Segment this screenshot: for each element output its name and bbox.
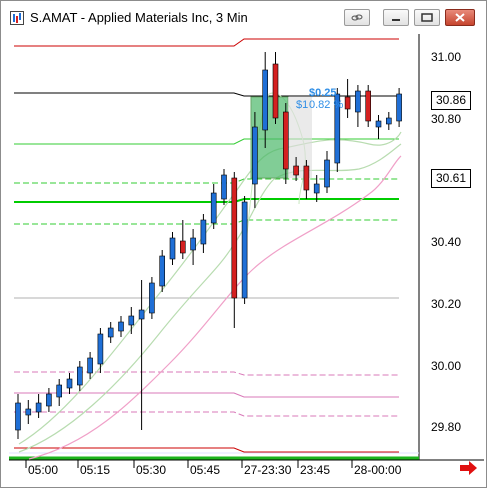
- close-button[interactable]: [445, 9, 475, 26]
- candle-down[interactable]: [344, 96, 351, 110]
- gain-pct-label: 0.82 %: [309, 99, 343, 111]
- candlestick-chart[interactable]: $0.25 $1 0.82 % 31.00 30.80 30.40 30.20 …: [9, 34, 484, 479]
- price-tick-4: 30.20: [431, 297, 461, 311]
- candle-up[interactable]: [107, 327, 114, 338]
- minimize-button[interactable]: [383, 9, 409, 26]
- candle-up[interactable]: [252, 126, 258, 185]
- candle-up[interactable]: [324, 159, 330, 188]
- candle-up[interactable]: [210, 192, 217, 224]
- price-tick-2: 30.80: [431, 112, 461, 126]
- candle-up[interactable]: [355, 90, 361, 113]
- candle-up[interactable]: [138, 309, 145, 320]
- candle-down[interactable]: [282, 111, 289, 170]
- candle-up[interactable]: [385, 117, 392, 125]
- candle-up[interactable]: [313, 183, 320, 194]
- black-level-line: [14, 92, 399, 97]
- candle-up[interactable]: [262, 69, 268, 131]
- pink-line-3: [14, 411, 399, 417]
- candle-up[interactable]: [35, 402, 42, 413]
- candle-up[interactable]: [396, 93, 402, 122]
- candle-up[interactable]: [149, 282, 155, 314]
- price-tick-6: 29.80: [431, 420, 461, 434]
- candle-up[interactable]: [159, 255, 165, 287]
- candle-up[interactable]: [56, 384, 63, 398]
- indicator-bands: [18, 92, 402, 460]
- candle-down[interactable]: [272, 63, 279, 119]
- time-tick-4: 05:45: [190, 463, 220, 477]
- lower-red-line: [14, 447, 399, 453]
- candle-up[interactable]: [221, 174, 227, 200]
- candle-down[interactable]: [180, 240, 186, 254]
- time-tick-6: 23:45: [300, 463, 330, 477]
- link-icon: [351, 14, 363, 21]
- candle-up[interactable]: [128, 315, 135, 326]
- candle-up[interactable]: [97, 333, 104, 365]
- upper-red-line: [14, 38, 399, 47]
- green-line-3: [14, 198, 399, 203]
- candle-down[interactable]: [293, 165, 299, 176]
- candle-down[interactable]: [303, 165, 310, 191]
- candle-up[interactable]: [25, 408, 32, 416]
- candle-up[interactable]: [15, 402, 21, 431]
- scroll-right-arrow-icon[interactable]: [460, 461, 478, 475]
- chart-area[interactable]: $0.25 $1 0.82 % 31.00 30.80 30.40 30.20 …: [9, 34, 484, 479]
- candles-group: [15, 52, 402, 439]
- gain-prefix-label: $1: [296, 99, 308, 111]
- green-line-4: [14, 219, 399, 225]
- chart-app-icon: [10, 11, 24, 25]
- price-tick-3: 30.40: [431, 235, 461, 249]
- candle-up[interactable]: [375, 120, 382, 128]
- pink-line-2: [14, 392, 399, 398]
- restore-icon: [421, 13, 433, 22]
- window-title: S.AMAT - Applied Materials Inc, 3 Min: [30, 10, 248, 25]
- candle-up[interactable]: [118, 321, 124, 332]
- time-ticks: 05:00 05:15 05:30 05:45 27-23:30 23:45 2…: [25, 460, 402, 477]
- gain-label: $0.25: [309, 87, 337, 99]
- candle-up[interactable]: [169, 237, 176, 260]
- link-button[interactable]: [344, 9, 370, 26]
- green-line-2: [14, 178, 399, 184]
- candle-down[interactable]: [231, 177, 238, 299]
- time-tick-3: 05:30: [136, 463, 166, 477]
- candle-up[interactable]: [241, 201, 248, 299]
- minimize-icon: [392, 19, 400, 21]
- candle-down[interactable]: [365, 90, 372, 122]
- candle-up[interactable]: [190, 237, 196, 251]
- candle-up[interactable]: [46, 393, 52, 407]
- time-tick-2: 05:15: [80, 463, 110, 477]
- candle-up[interactable]: [66, 378, 73, 389]
- close-icon: [455, 13, 465, 22]
- candle-up[interactable]: [87, 357, 93, 374]
- time-tick-1: 05:00: [28, 463, 58, 477]
- time-tick-7: 28-00:00: [354, 463, 402, 477]
- time-tick-5: 27-23:30: [244, 463, 292, 477]
- price-tick-1: 31.00: [431, 50, 461, 64]
- restore-button[interactable]: [414, 9, 440, 26]
- last-price-tag: 30.86: [431, 91, 472, 110]
- candle-up[interactable]: [77, 366, 83, 386]
- chart-window: S.AMAT - Applied Materials Inc, 3 Min $0…: [0, 0, 487, 488]
- title-bar[interactable]: S.AMAT - Applied Materials Inc, 3 Min: [1, 1, 486, 33]
- candle-up[interactable]: [200, 219, 207, 245]
- marker-price-tag: 30.61: [431, 169, 472, 188]
- price-tick-5: 30.00: [431, 359, 461, 373]
- pink-line-1: [14, 371, 399, 376]
